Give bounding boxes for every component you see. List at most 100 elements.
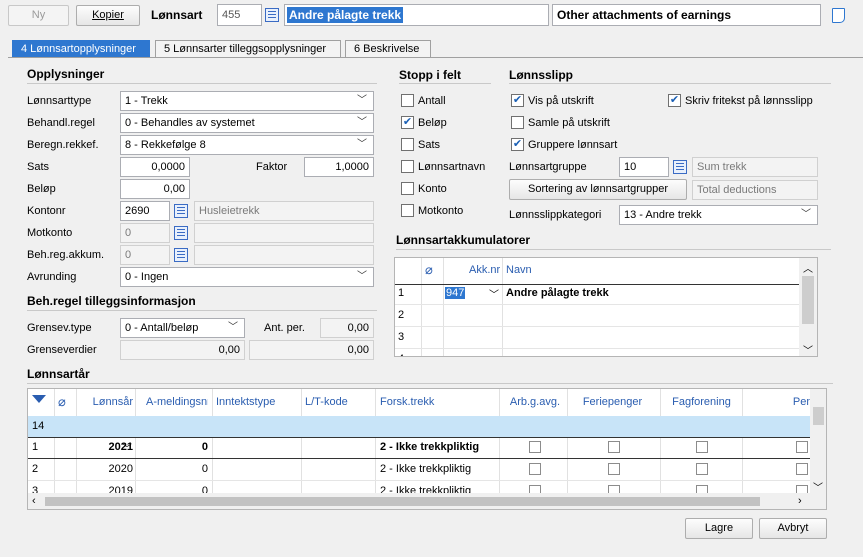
samle-checkbox[interactable] (511, 116, 524, 129)
lonnsaar-col-header[interactable]: Lønnsår (88, 396, 133, 408)
attachment-icon[interactable]: ⌀ (58, 394, 66, 410)
kategori-select[interactable]: 13 - Andre trekk ﹀ (619, 205, 818, 225)
opplysninger-divider (27, 83, 377, 84)
sortering-button[interactable]: Sortering av lønnsartgrupper (509, 179, 687, 200)
tillegg-title: Beh.regel tilleggsinformasjon (27, 294, 196, 308)
tab-lonnsartopplysninger[interactable]: 4 Lønnsartopplysninger (12, 40, 150, 57)
kopier-button[interactable]: Kopier (76, 5, 140, 26)
akkumulator-grid[interactable]: ⌀ Akk.nr Navn 1 947 ﹀ Andre pålagte trekk 2 3… (394, 257, 818, 357)
chevron-down-icon: ﹀ (357, 271, 367, 282)
akk-scrollbar[interactable]: ︿ ﹀ (799, 258, 817, 356)
lonnsaar-checkbox[interactable] (529, 463, 541, 475)
lonnsaar-col-header[interactable]: L/T-kode (305, 396, 373, 408)
motkonto-field[interactable]: 0 (120, 223, 170, 243)
kontonr-lookup-icon[interactable] (174, 204, 188, 218)
lonnsaar-col-header[interactable]: Forsk.trekk (380, 396, 498, 408)
lonnsaar-year-cell[interactable]: 2020 (88, 463, 133, 475)
belop-field[interactable]: 0,00 (120, 179, 190, 199)
lonnsarttype-label: Lønnsarttype (27, 95, 92, 107)
lonnsarttype-select[interactable]: 1 - Trekk ﹀ (120, 91, 374, 111)
lonnsaar-checkbox[interactable] (696, 441, 708, 453)
behandl-select[interactable]: 0 - Behandles av systemet ﹀ (120, 113, 374, 133)
stopp-checkbox[interactable] (401, 182, 414, 195)
lonnsaar-col-header[interactable]: Arb.g.avg. (501, 396, 560, 408)
behreg-field[interactable]: 0 (120, 245, 170, 265)
stopp-checkbox[interactable] (401, 204, 414, 217)
lonnsaar-col-divider (76, 389, 77, 493)
lonnsaar-col-divider (212, 389, 213, 493)
stopp-checkbox[interactable] (401, 160, 414, 173)
sats-field[interactable]: 0,0000 (120, 157, 190, 177)
lonnsaar-col-divider (54, 389, 55, 493)
stopp-checkbox[interactable]: ✔ (401, 116, 414, 129)
lonnsart-name-field[interactable]: Andre pålagte trekk (284, 4, 549, 26)
lonnsaar-ameld-cell: 0 (201, 463, 208, 475)
avrunding-select[interactable]: 0 - Ingen ﹀ (120, 267, 374, 287)
motkonto-lookup-icon[interactable] (174, 226, 188, 240)
lonnsaar-checkbox[interactable] (608, 441, 620, 453)
akk-col-akknr[interactable]: Akk.nr (469, 264, 500, 276)
lonnsaar-col-header[interactable]: Pens (748, 396, 818, 408)
filter-icon[interactable] (32, 395, 46, 403)
lagre-button[interactable]: Lagre (685, 518, 753, 539)
stopp-label: Sats (418, 139, 441, 151)
lonnsaar-checkbox[interactable] (529, 441, 541, 453)
lonnsart-lookup-icon[interactable] (265, 8, 279, 22)
tab-beskrivelse[interactable]: 6 Beskrivelse (345, 40, 431, 57)
attachment-icon[interactable]: ⌀ (425, 262, 433, 278)
lonnsaar-checkbox[interactable] (696, 463, 708, 475)
scroll-thumb[interactable] (45, 497, 760, 506)
lonnsaar-col-header[interactable]: Feriepenger (569, 396, 656, 408)
grense1-field[interactable]: 0,00 (120, 340, 245, 360)
kontonr-field[interactable]: 2690 (120, 201, 170, 221)
avbryt-button[interactable]: Avbryt (759, 518, 827, 539)
lonnsaar-checkbox[interactable] (796, 441, 808, 453)
skriv-checkbox[interactable]: ✔ (668, 94, 681, 107)
gruppe-lookup-icon[interactable] (673, 160, 687, 174)
motkonto-label: Motkonto (27, 227, 73, 239)
gruppe-field[interactable]: 10 (619, 157, 669, 177)
stopp-label: Motkonto (418, 205, 464, 217)
lonnsaar-col-header[interactable]: Fagforening (661, 396, 742, 408)
lonnsart-number-field[interactable]: 455 (217, 4, 262, 26)
tab-lonnsarter-tilleggsopplysninger[interactable]: 5 Lønnsarter tilleggsopplysninger (155, 40, 341, 57)
lonnsaar-col-header[interactable]: Inntektstype (216, 396, 300, 408)
grensev-select[interactable]: 0 - Antall/beløp ﹀ (120, 318, 245, 338)
scroll-down-icon[interactable]: ﹀ (813, 479, 823, 494)
ny-button[interactable]: Ny (8, 5, 69, 26)
scroll-down-icon[interactable]: ﹀ (803, 342, 813, 356)
stopp-checkbox[interactable] (401, 94, 414, 107)
akk-nr-cell[interactable]: 947 (445, 287, 466, 299)
scroll-thumb[interactable] (813, 407, 824, 425)
stopp-label: Antall (418, 95, 446, 107)
scroll-thumb[interactable] (802, 276, 814, 324)
antper-field[interactable]: 0,00 (320, 318, 374, 338)
behreg-lookup-icon[interactable] (174, 248, 188, 262)
scroll-right-icon[interactable]: › (798, 495, 802, 507)
chevron-down-icon[interactable]: ﹀ (122, 440, 132, 455)
akk-col-divider (421, 258, 422, 356)
scroll-left-icon[interactable]: ‹ (32, 495, 36, 507)
lonnsart-name-en-field[interactable]: Other attachments of earnings (552, 4, 821, 26)
chevron-down-icon[interactable]: ﹀ (489, 286, 499, 301)
akkumulatorer-divider (396, 249, 831, 250)
lonnsaar-vscroll[interactable]: ﹀ (810, 389, 826, 494)
behreg-label: Beh.reg.akkum. (27, 249, 105, 261)
lonnsaar-hscroll[interactable]: ‹ › (28, 493, 826, 509)
akk-col-navn[interactable]: Navn (506, 264, 532, 276)
faktor-field[interactable]: 1,0000 (304, 157, 374, 177)
scroll-up-icon[interactable]: ︿ (803, 260, 813, 275)
lonnsaar-title: Lønnsartår (27, 367, 90, 381)
lonnsaar-count: 14 (32, 420, 45, 432)
stopp-checkbox[interactable] (401, 138, 414, 151)
grense2-field[interactable]: 0,00 (249, 340, 374, 360)
lonnsaar-checkbox[interactable] (608, 463, 620, 475)
lonnsaar-col-header[interactable]: A-meldingsnr (146, 396, 208, 408)
lonnsaar-grid[interactable]: ⌀ Lønnsår A-meldingsnr Inntektstype L/T-kod… (27, 388, 827, 510)
lonnsaar-checkbox[interactable] (796, 463, 808, 475)
note-icon[interactable] (832, 8, 845, 23)
vis-checkbox[interactable]: ✔ (511, 94, 524, 107)
akk-row-line (395, 304, 799, 305)
gruppere-checkbox[interactable]: ✔ (511, 138, 524, 151)
beregn-select[interactable]: 8 - Rekkefølge 8 ﹀ (120, 135, 374, 155)
